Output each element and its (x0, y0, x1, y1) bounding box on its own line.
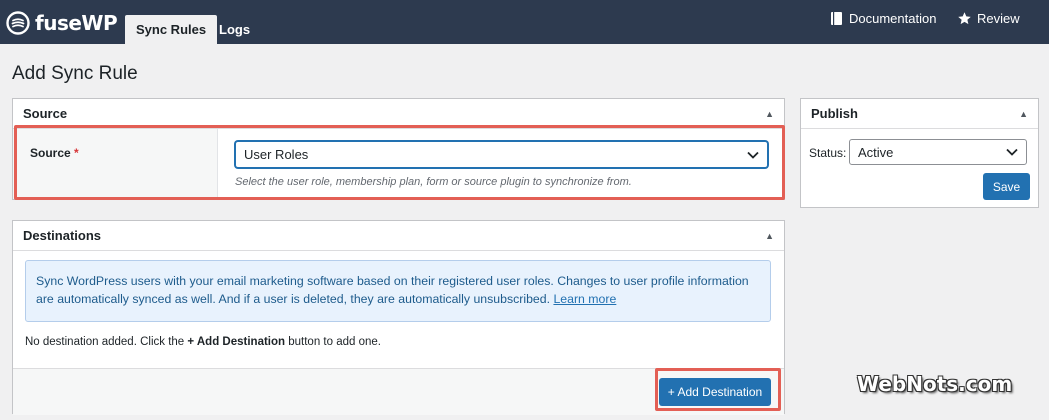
learn-more-link[interactable]: Learn more (553, 292, 616, 306)
watermark: WebNots.com (857, 372, 1013, 396)
destinations-box-title: Destinations (23, 228, 102, 243)
publish-box-header[interactable]: Publish ▲ (801, 99, 1038, 129)
publish-box-title: Publish (811, 106, 858, 121)
info-notice: Sync WordPress users with your email mar… (25, 260, 771, 322)
source-highlight-frame (14, 125, 785, 200)
destinations-box-header[interactable]: Destinations ▲ (13, 221, 784, 251)
collapse-arrow-icon[interactable]: ▲ (765, 231, 774, 241)
app-name: fuseWP (35, 11, 118, 35)
save-button[interactable]: Save (983, 173, 1030, 200)
documentation-link[interactable]: Documentation (830, 11, 936, 26)
source-box-title: Source (23, 106, 68, 121)
documentation-label: Documentation (849, 11, 937, 26)
status-label: Status: (809, 146, 847, 160)
status-select[interactable]: Active (849, 139, 1027, 165)
app-logo[interactable]: fuseWP (6, 11, 118, 35)
book-icon (831, 12, 842, 25)
notice-text: Sync WordPress users with your email mar… (36, 274, 749, 306)
publish-box: Publish ▲ Status: Active Save (800, 98, 1039, 208)
tab-logs[interactable]: Logs (208, 15, 261, 44)
empty-strong: + Add Destination (187, 336, 286, 348)
review-link[interactable]: Review (957, 11, 1020, 26)
page-title: Add Sync Rule (12, 63, 138, 84)
add-destination-highlight-frame (655, 368, 781, 411)
collapse-arrow-icon[interactable]: ▲ (1019, 109, 1028, 119)
empty-suffix: button to add one. (288, 336, 381, 348)
review-label: Review (977, 11, 1020, 26)
status-select-value: Active (858, 144, 894, 160)
fusewp-logo-icon (6, 11, 30, 35)
chevron-down-icon (1006, 148, 1018, 156)
tab-sync-rules[interactable]: Sync Rules (125, 15, 218, 44)
collapse-arrow-icon[interactable]: ▲ (765, 109, 774, 119)
empty-destinations-text: No destination added. Click the + Add De… (25, 336, 381, 348)
empty-prefix: No destination added. Click the (25, 336, 185, 348)
top-bar: fuseWP Sync Rules Logs Documentation Rev… (0, 0, 1049, 44)
star-icon (958, 12, 971, 25)
